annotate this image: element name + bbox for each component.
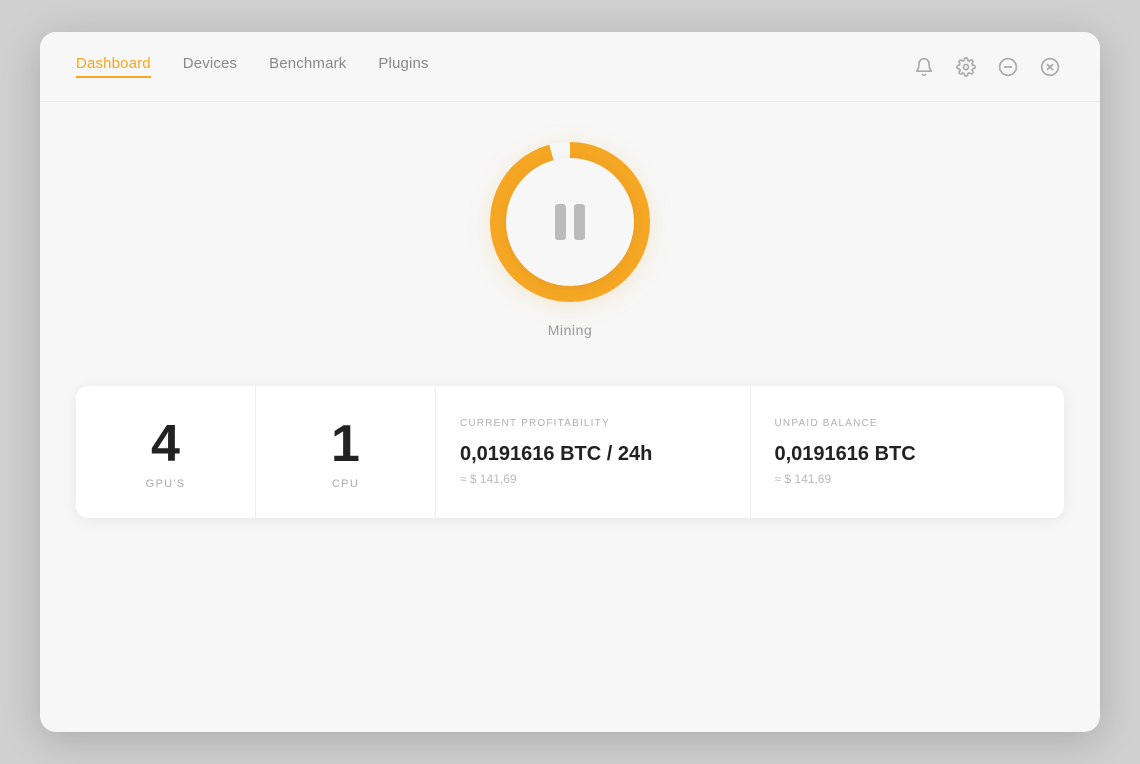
balance-approx: ≈ $ 141,69	[775, 472, 832, 486]
stat-card-cpu: 1 CPU	[256, 386, 436, 518]
tab-devices[interactable]: Devices	[183, 55, 237, 78]
tab-dashboard[interactable]: Dashboard	[76, 55, 151, 78]
mining-section: Mining	[490, 142, 650, 338]
mining-toggle-button[interactable]	[490, 142, 650, 302]
profitability-approx: ≈ $ 141,69	[460, 472, 517, 486]
pause-bar-left	[555, 204, 566, 240]
main-content: Mining 4 GPU'S 1 CPU CURRENT PROFITABILI…	[40, 102, 1100, 732]
pause-bar-right	[574, 204, 585, 240]
tab-benchmark[interactable]: Benchmark	[269, 55, 346, 78]
stats-row: 4 GPU'S 1 CPU CURRENT PROFITABILITY 0,01…	[76, 386, 1064, 518]
mining-btn-inner	[506, 158, 634, 286]
header-icons	[910, 53, 1064, 81]
cpu-label: CPU	[332, 478, 359, 490]
balance-section-label: UNPAID BALANCE	[775, 418, 878, 429]
profitability-value: 0,0191616 BTC / 24h	[460, 443, 652, 466]
app-window: Dashboard Devices Benchmark Plugins	[40, 32, 1100, 732]
bell-icon[interactable]	[910, 53, 938, 81]
gpu-label: GPU'S	[146, 478, 186, 490]
pause-icon	[555, 204, 585, 240]
gpu-count: 4	[151, 418, 180, 470]
stat-card-balance: UNPAID BALANCE 0,0191616 BTC ≈ $ 141,69	[751, 386, 1065, 518]
minimize-icon[interactable]	[994, 53, 1022, 81]
gear-icon[interactable]	[952, 53, 980, 81]
header: Dashboard Devices Benchmark Plugins	[40, 32, 1100, 102]
stat-card-gpu: 4 GPU'S	[76, 386, 256, 518]
balance-value: 0,0191616 BTC	[775, 443, 916, 466]
close-icon[interactable]	[1036, 53, 1064, 81]
mining-label: Mining	[548, 322, 593, 338]
tab-plugins[interactable]: Plugins	[378, 55, 428, 78]
stat-card-profitability: CURRENT PROFITABILITY 0,0191616 BTC / 24…	[436, 386, 751, 518]
cpu-count: 1	[331, 418, 360, 470]
profitability-section-label: CURRENT PROFITABILITY	[460, 418, 610, 429]
nav-tabs: Dashboard Devices Benchmark Plugins	[76, 55, 429, 78]
